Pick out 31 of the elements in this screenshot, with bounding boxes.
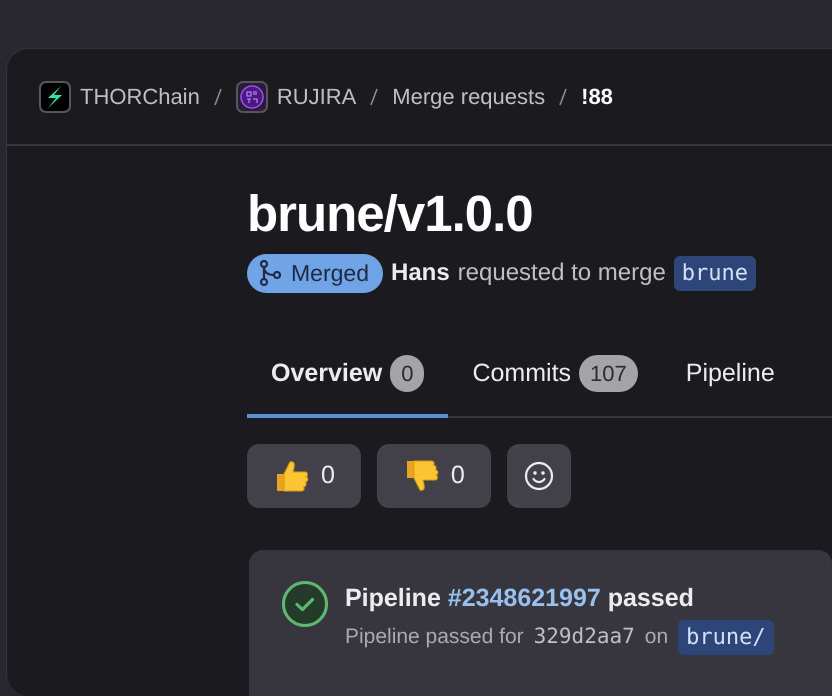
breadcrumb-link[interactable]: !88: [581, 80, 613, 113]
breadcrumb-link[interactable]: THORChain: [80, 80, 200, 113]
status-badge: Merged: [247, 254, 383, 293]
count-badge: 0: [390, 354, 424, 392]
pipeline-link[interactable]: #2348621997: [448, 584, 601, 612]
author-link[interactable]: Hans: [390, 255, 450, 292]
reaction-button[interactable]: 0: [247, 444, 361, 508]
pipeline-detail: on: [644, 624, 668, 650]
separator-icon: [214, 86, 222, 106]
branch-name[interactable]: brune: [674, 256, 756, 291]
branch-name[interactable]: brune/: [678, 620, 774, 655]
pipeline-detail: Pipeline passed for: [345, 624, 524, 650]
reaction-button[interactable]: 0: [376, 444, 491, 508]
pipeline-title: Pipeline #2348621997 passed: [345, 583, 695, 614]
separator-icon: [370, 86, 378, 106]
add-reaction-button[interactable]: [506, 444, 571, 508]
check-circle-icon: [281, 580, 329, 628]
square-logo-icon: [236, 80, 268, 112]
tab[interactable]: Pipeline: [662, 344, 799, 418]
tab[interactable]: Overview 0: [247, 344, 448, 418]
lightning-logo-icon: [39, 80, 71, 112]
breadcrumb-link[interactable]: RUJIRA: [276, 80, 356, 113]
page-title: brune/v1.0.0: [247, 186, 534, 242]
separator-icon: [559, 86, 568, 106]
commit-link[interactable]: 329d2aa7: [534, 621, 635, 653]
tab[interactable]: Commits 107: [448, 344, 662, 418]
merge-icon: [259, 260, 281, 286]
status-text: requested to merge: [458, 258, 666, 288]
smiley-icon: [522, 460, 555, 492]
count-badge: 107: [579, 354, 638, 392]
breadcrumb-link[interactable]: Merge requests: [392, 80, 546, 113]
